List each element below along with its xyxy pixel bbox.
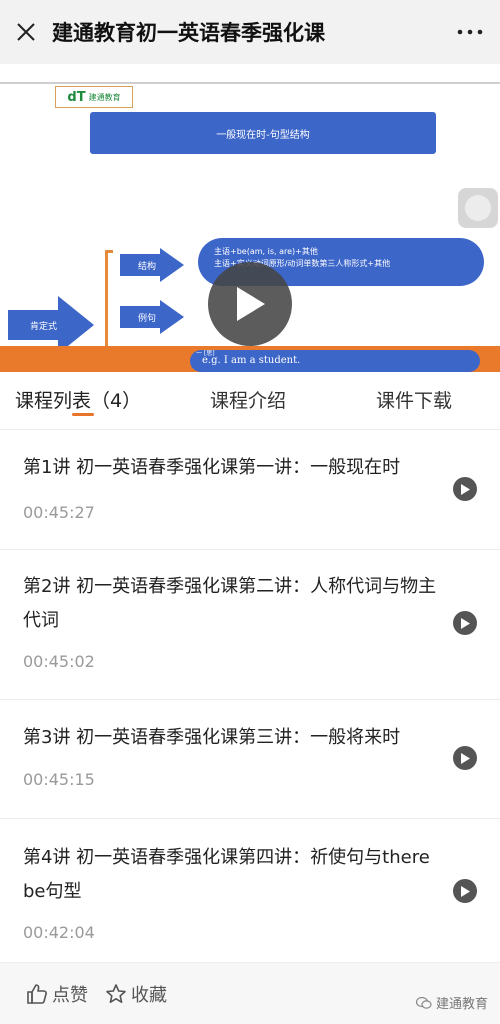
tab-active-indicator [72, 413, 94, 416]
bottom-bar: 点赞 收藏 建通教育 [0, 962, 500, 1024]
lesson-play-button[interactable] [453, 746, 477, 770]
floating-button-icon [465, 195, 491, 221]
lesson-duration: 00:42:04 [23, 923, 95, 942]
lesson-play-button[interactable] [453, 879, 477, 903]
play-button[interactable] [208, 262, 292, 346]
tab-course-list[interactable]: 课程列表（4） [15, 386, 141, 413]
list-item[interactable]: 第4讲 初一英语春季强化课第四讲：祈使句与there be句型 00:42:04 [0, 819, 500, 962]
lesson-title: 第2讲 初一英语春季强化课第二讲：人称代词与物主代词 [23, 576, 437, 631]
lesson-duration: 00:45:15 [23, 770, 95, 789]
slide-arrow-structure: 结构 [120, 248, 184, 282]
wechat-icon [415, 996, 432, 1009]
play-icon [461, 483, 470, 495]
like-label: 点赞 [52, 985, 88, 1006]
logo: dT 建通教育 [55, 86, 133, 108]
slide-example-text: e.g. I am a student. [202, 355, 301, 366]
lesson-title: 第4讲 初一英语春季强化课第四讲：祈使句与there be句型 [23, 847, 430, 902]
lesson-title: 第1讲 初一英语春季强化课第一讲：一般现在时 [23, 457, 401, 478]
list-item[interactable]: 第1讲 初一英语春季强化课第一讲：一般现在时 00:45:27 [0, 431, 500, 550]
thumbs-up-icon [27, 984, 47, 1004]
slide-example-bar: e.g. I am a student. [190, 350, 480, 372]
play-icon [461, 752, 470, 764]
lesson-title: 第3讲 初一英语春季强化课第三讲：一般将来时 [23, 727, 401, 748]
list-item[interactable]: 第2讲 初一英语春季强化课第二讲：人称代词与物主代词 00:45:02 [0, 550, 500, 700]
play-icon [237, 287, 265, 321]
branch-1-label: 结构 [138, 260, 156, 272]
more-button[interactable] [440, 0, 500, 64]
logo-text: 建通教育 [88, 92, 121, 102]
watermark-text: 建通教育 [435, 997, 488, 1012]
slide-arrow-example: 例句 [120, 300, 184, 334]
logo-mark: dT [67, 89, 86, 105]
branch-2-label: 例句 [138, 312, 156, 324]
star-icon [106, 984, 126, 1004]
list-item[interactable]: 第3讲 初一英语春季强化课第三讲：一般将来时 00:45:15 [0, 700, 500, 819]
lesson-play-button[interactable] [453, 611, 477, 635]
slide-banner-text: 一般现在时-句型结构 [216, 129, 310, 141]
video-player[interactable]: dT 建通教育 一般现在时-句型结构 肯定式 结构 例句 主语+be(am, i… [0, 82, 500, 372]
slide-strip-tag: 一 [思] [196, 350, 215, 357]
slide-banner: 一般现在时-句型结构 [90, 112, 436, 154]
favorite-button[interactable]: 收藏 [105, 981, 167, 1007]
watermark: 建通教育 [415, 993, 488, 1012]
lesson-play-button[interactable] [453, 477, 477, 501]
main-arrow-label: 肯定式 [30, 320, 57, 332]
lesson-duration: 00:45:27 [23, 503, 95, 522]
tab-courseware-download[interactable]: 课件下载 [376, 386, 452, 413]
pill-line-1: 主语+be(am, is, are)+其他 [214, 247, 318, 256]
play-icon [461, 885, 470, 897]
top-bar: 建通教育初一英语春季强化课 [0, 0, 500, 64]
floating-button[interactable] [458, 188, 498, 228]
more-icon [457, 29, 483, 35]
favorite-label: 收藏 [131, 985, 167, 1006]
close-button[interactable] [0, 0, 52, 64]
play-icon [461, 617, 470, 629]
like-button[interactable]: 点赞 [26, 981, 88, 1007]
close-icon [17, 23, 35, 41]
page-title: 建通教育初一英语春季强化课 [52, 21, 325, 45]
tab-bar: 课程列表（4） 课程介绍 课件下载 [0, 372, 500, 430]
lesson-duration: 00:45:02 [23, 652, 95, 671]
tab-course-intro[interactable]: 课程介绍 [210, 386, 286, 413]
